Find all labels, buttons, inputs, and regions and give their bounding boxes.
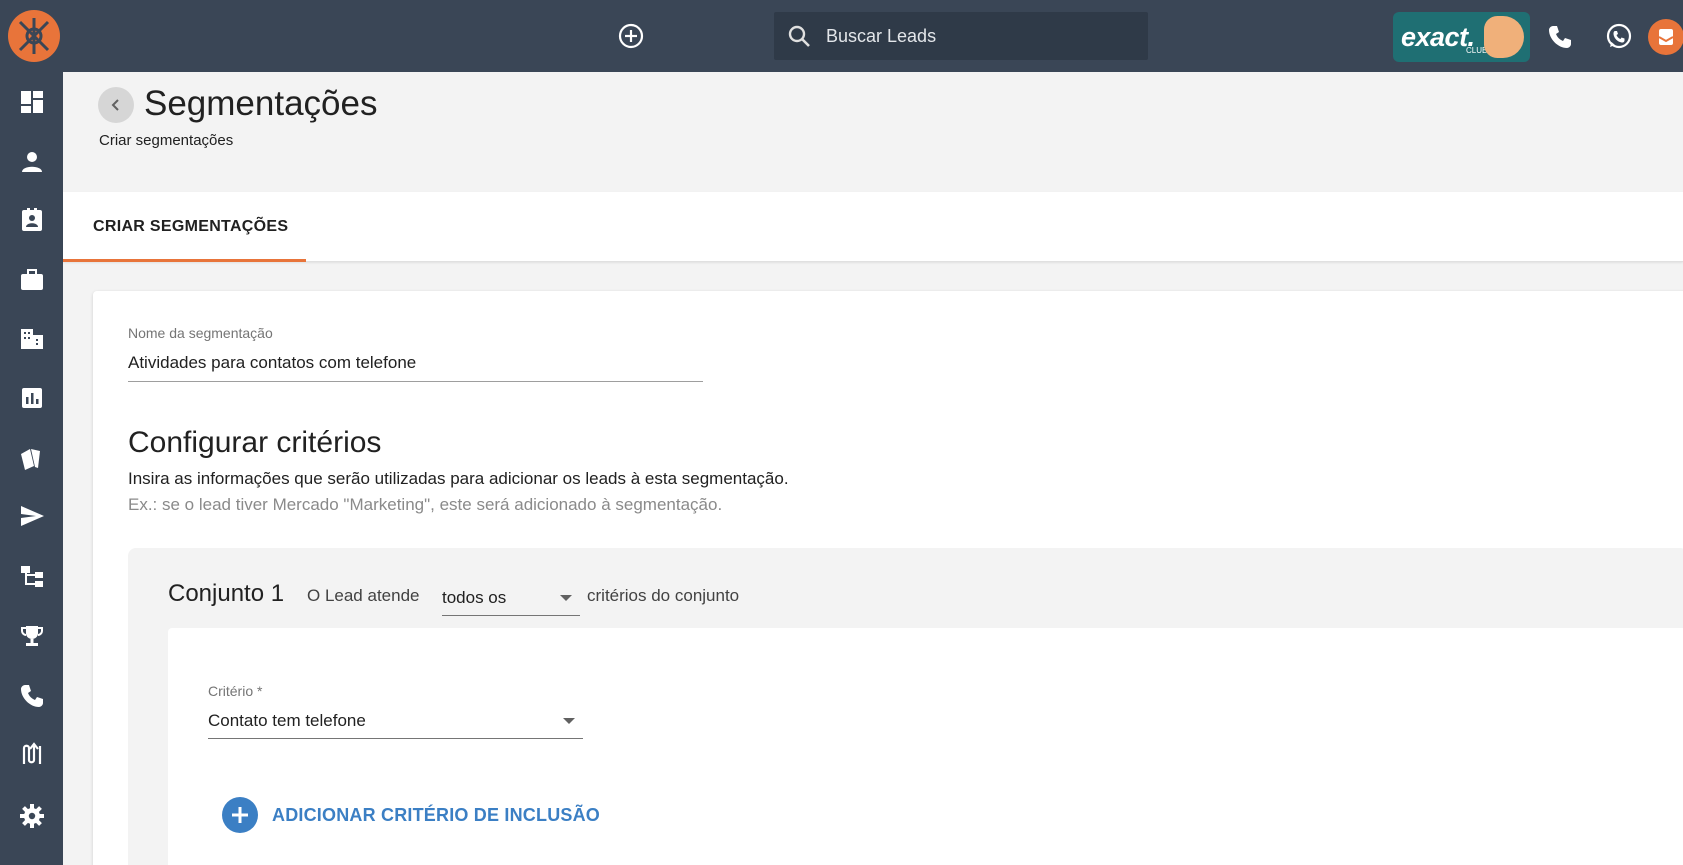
- hierarchy-icon: [21, 566, 43, 587]
- chevron-down-icon: [563, 717, 575, 724]
- search-box: [774, 12, 1148, 60]
- send-icon: [21, 506, 44, 526]
- flow-icon: [22, 742, 42, 764]
- group-title: Conjunto 1: [168, 580, 285, 607]
- criteria-section-example: Ex.: se o lead tiver Mercado "Marketing"…: [128, 495, 723, 514]
- add-inclusion-criterion-label: ADICIONAR CRITÉRIO DE INCLUSÃO: [272, 804, 601, 825]
- sidebar-item-leads[interactable]: [18, 206, 46, 234]
- whatsapp-icon[interactable]: [1604, 22, 1634, 52]
- sidebar-item-structure[interactable]: [18, 562, 46, 590]
- page-title: Segmentações: [144, 84, 378, 123]
- active-tab-indicator: [63, 259, 306, 262]
- phone-icon: [21, 685, 43, 707]
- criteria-section-title: Configurar critérios: [128, 426, 382, 459]
- group-text-before: O Lead atende: [307, 586, 420, 605]
- club-logo-icon: [1484, 16, 1524, 58]
- tab-bar: CRIAR SEGMENTAÇÕES: [63, 192, 1683, 262]
- sidebar-item-contacts[interactable]: [18, 148, 46, 176]
- criterion-select[interactable]: Contato tem telefone: [208, 703, 583, 739]
- top-bar: exact. CLUB: [0, 0, 1683, 72]
- chevron-down-icon: [560, 594, 572, 601]
- sidebar-item-goals[interactable]: [18, 622, 46, 650]
- group-text-after: critérios do conjunto: [587, 586, 740, 605]
- inbox-icon: [1658, 29, 1674, 45]
- bar-chart-icon: [22, 388, 42, 408]
- exact-club-badge[interactable]: exact. CLUB: [1393, 12, 1530, 62]
- phone-icon[interactable]: [1545, 22, 1575, 52]
- sidebar-item-campaigns[interactable]: [18, 502, 46, 530]
- sidebar-item-calls[interactable]: [18, 682, 46, 710]
- criterion-label: Critério *: [208, 683, 263, 699]
- person-icon: [22, 152, 42, 172]
- match-mode-select[interactable]: todos os: [442, 580, 580, 616]
- sidebar: [0, 72, 63, 865]
- chevron-left-icon: [111, 99, 119, 111]
- building-icon: [21, 329, 43, 349]
- back-button[interactable]: [98, 87, 134, 123]
- cards-icon: [21, 449, 40, 470]
- logo-mark-icon: [18, 18, 50, 54]
- sidebar-item-settings[interactable]: [18, 802, 46, 830]
- trophy-icon: [21, 626, 43, 646]
- dashboard-icon: [21, 91, 43, 113]
- match-mode-value: todos os: [442, 587, 507, 607]
- sidebar-item-cards[interactable]: [18, 444, 46, 472]
- add-circle-icon[interactable]: [617, 22, 645, 50]
- sidebar-item-flows[interactable]: [18, 740, 46, 768]
- briefcase-icon: [21, 269, 43, 290]
- add-inclusion-criterion-button[interactable]: ADICIONAR CRITÉRIO DE INCLUSÃO: [222, 797, 600, 833]
- add-circle-icon: [222, 797, 258, 833]
- criteria-section-description: Insira as informações que serão utilizad…: [128, 469, 789, 488]
- settings-icon: [20, 804, 44, 828]
- contact-card-icon: [22, 208, 42, 231]
- page-subtitle: Criar segmentações: [99, 132, 234, 149]
- sidebar-item-reports[interactable]: [18, 384, 46, 412]
- app-logo[interactable]: [8, 10, 60, 62]
- sidebar-item-companies[interactable]: [18, 324, 46, 352]
- sidebar-item-dashboard[interactable]: [18, 88, 46, 116]
- criterion-value: Contato tem telefone: [208, 710, 366, 730]
- sidebar-item-deals[interactable]: [18, 266, 46, 294]
- search-icon: [788, 25, 810, 47]
- search-input[interactable]: [826, 25, 1126, 47]
- user-avatar[interactable]: [1648, 19, 1683, 55]
- tab-criar-segmentacoes[interactable]: CRIAR SEGMENTAÇÕES: [63, 192, 306, 262]
- segment-name-label: Nome da segmentação: [128, 325, 273, 341]
- segment-name-field[interactable]: [128, 352, 703, 382]
- club-wordmark: exact.: [1401, 21, 1475, 52]
